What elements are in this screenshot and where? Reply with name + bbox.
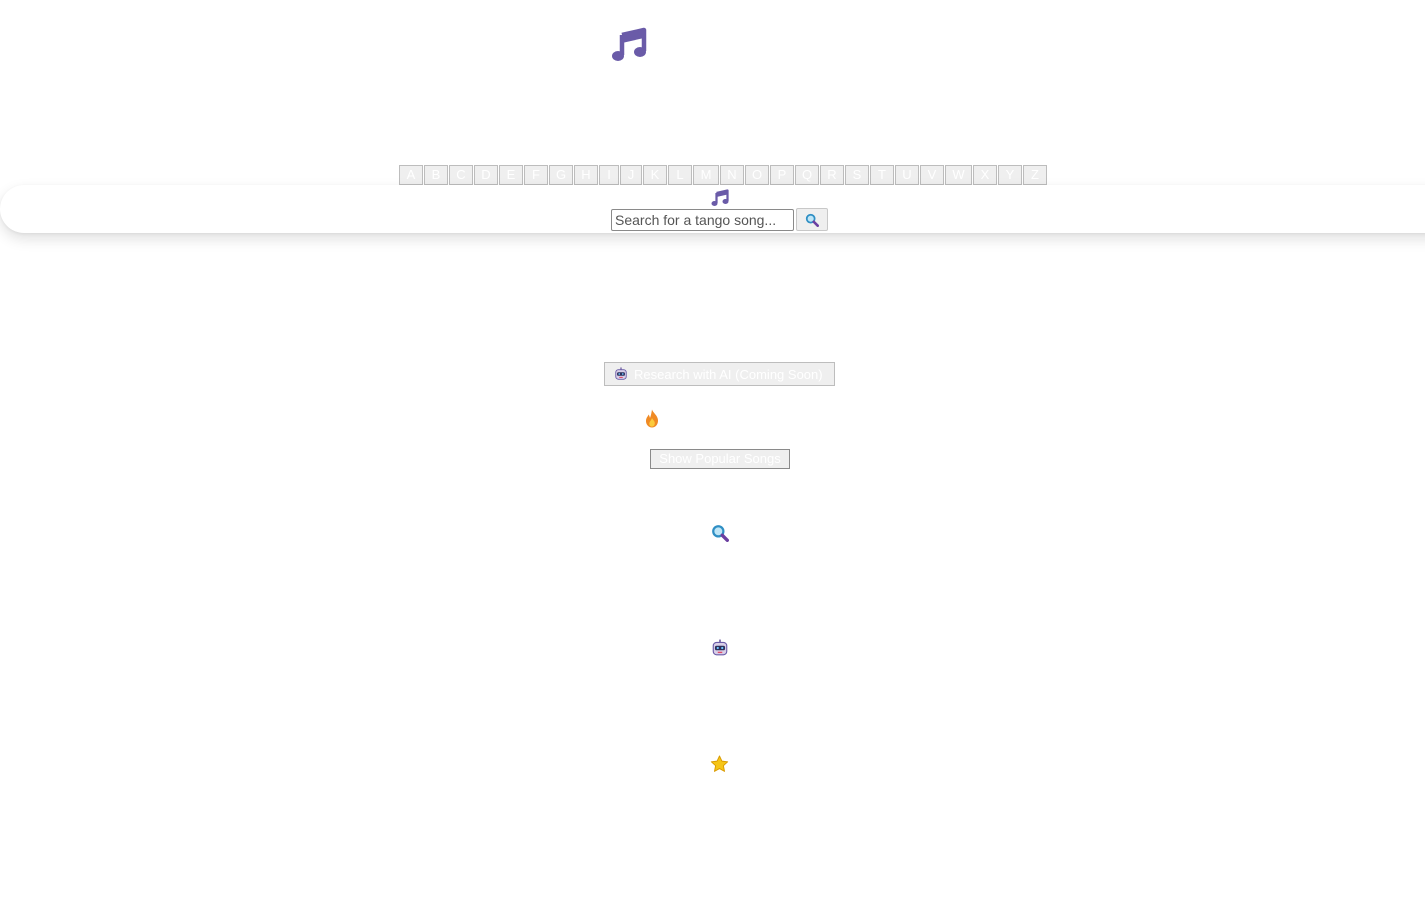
letter-button-x[interactable]: X — [973, 165, 997, 185]
letter-button-n[interactable]: N — [720, 165, 744, 185]
letter-button-m[interactable]: M — [693, 165, 719, 185]
magnifier-icon — [805, 213, 819, 227]
letter-button-b[interactable]: B — [424, 165, 448, 185]
research-ai-button[interactable]: Research with AI (Coming Soon) — [604, 362, 835, 386]
letter-button-r[interactable]: R — [820, 165, 844, 185]
letter-button-e[interactable]: E — [499, 165, 523, 185]
letter-button-p[interactable]: P — [770, 165, 794, 185]
letter-button-c[interactable]: C — [449, 165, 473, 185]
star-icon — [710, 755, 729, 772]
fire-icon — [645, 409, 659, 428]
letter-button-v[interactable]: V — [920, 165, 944, 185]
show-popular-songs-button[interactable]: Show Popular Songs — [650, 449, 790, 469]
search-button[interactable] — [796, 208, 828, 231]
letter-button-y[interactable]: Y — [998, 165, 1022, 185]
letter-button-t[interactable]: T — [870, 165, 894, 185]
letter-button-g[interactable]: G — [549, 165, 573, 185]
letter-button-z[interactable]: Z — [1023, 165, 1047, 185]
letter-button-w[interactable]: W — [945, 165, 972, 185]
letter-button-f[interactable]: F — [524, 165, 548, 185]
letter-button-s[interactable]: S — [845, 165, 869, 185]
letter-button-l[interactable]: L — [668, 165, 692, 185]
letter-button-o[interactable]: O — [745, 165, 769, 185]
robot-icon — [615, 367, 627, 380]
letter-button-j[interactable]: J — [620, 165, 642, 185]
music-note-icon — [612, 27, 647, 61]
search-input[interactable] — [611, 209, 794, 231]
letter-button-q[interactable]: Q — [795, 165, 819, 185]
letter-button-d[interactable]: D — [474, 165, 498, 185]
music-note-icon — [711, 189, 729, 206]
research-ai-label: Research with AI (Coming Soon) — [634, 366, 823, 382]
letter-button-i[interactable]: I — [599, 165, 619, 185]
letter-button-u[interactable]: U — [895, 165, 919, 185]
alphabet-filter: ABCDEFGHIJKLMNOPQRSTUVWXYZ — [399, 165, 1048, 185]
letter-button-a[interactable]: A — [399, 165, 423, 185]
letter-button-h[interactable]: H — [574, 165, 598, 185]
robot-icon — [712, 639, 728, 656]
letter-button-k[interactable]: K — [643, 165, 667, 185]
magnifier-icon — [712, 525, 729, 542]
